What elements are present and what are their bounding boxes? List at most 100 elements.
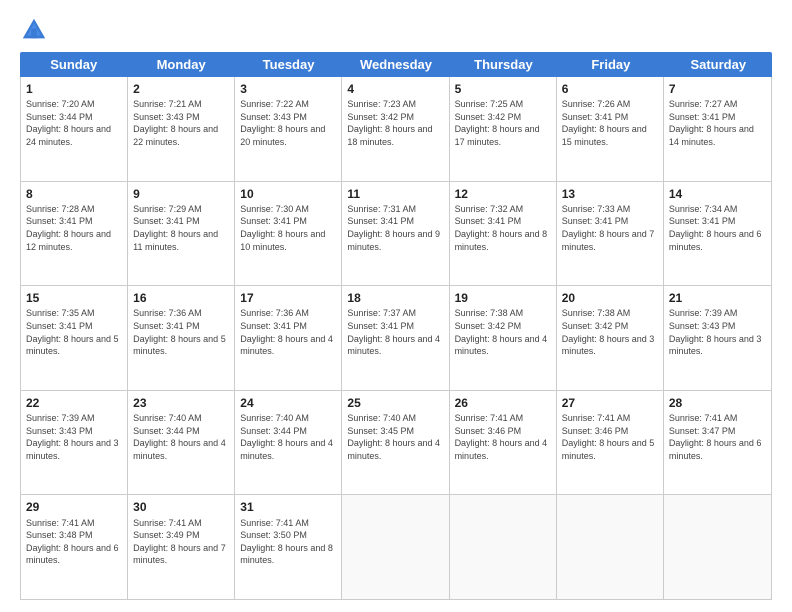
day-cell-13: 13Sunrise: 7:33 AM Sunset: 3:41 PM Dayli… <box>557 182 664 286</box>
calendar-row-5: 29Sunrise: 7:41 AM Sunset: 3:48 PM Dayli… <box>21 495 771 599</box>
day-number: 24 <box>240 395 336 411</box>
day-number: 7 <box>669 81 766 97</box>
day-info: Sunrise: 7:29 AM Sunset: 3:41 PM Dayligh… <box>133 203 229 253</box>
day-number: 5 <box>455 81 551 97</box>
day-number: 16 <box>133 290 229 306</box>
day-info: Sunrise: 7:38 AM Sunset: 3:42 PM Dayligh… <box>455 307 551 357</box>
day-cell-2: 2Sunrise: 7:21 AM Sunset: 3:43 PM Daylig… <box>128 77 235 181</box>
day-cell-27: 27Sunrise: 7:41 AM Sunset: 3:46 PM Dayli… <box>557 391 664 495</box>
day-cell-1: 1Sunrise: 7:20 AM Sunset: 3:44 PM Daylig… <box>21 77 128 181</box>
day-info: Sunrise: 7:38 AM Sunset: 3:42 PM Dayligh… <box>562 307 658 357</box>
day-number: 17 <box>240 290 336 306</box>
day-info: Sunrise: 7:28 AM Sunset: 3:41 PM Dayligh… <box>26 203 122 253</box>
day-number: 15 <box>26 290 122 306</box>
day-cell-7: 7Sunrise: 7:27 AM Sunset: 3:41 PM Daylig… <box>664 77 771 181</box>
day-cell-26: 26Sunrise: 7:41 AM Sunset: 3:46 PM Dayli… <box>450 391 557 495</box>
day-info: Sunrise: 7:41 AM Sunset: 3:46 PM Dayligh… <box>455 412 551 462</box>
day-cell-25: 25Sunrise: 7:40 AM Sunset: 3:45 PM Dayli… <box>342 391 449 495</box>
day-info: Sunrise: 7:36 AM Sunset: 3:41 PM Dayligh… <box>240 307 336 357</box>
header-day-wednesday: Wednesday <box>342 52 449 77</box>
day-number: 27 <box>562 395 658 411</box>
day-info: Sunrise: 7:30 AM Sunset: 3:41 PM Dayligh… <box>240 203 336 253</box>
day-info: Sunrise: 7:40 AM Sunset: 3:44 PM Dayligh… <box>133 412 229 462</box>
day-number: 11 <box>347 186 443 202</box>
day-cell-20: 20Sunrise: 7:38 AM Sunset: 3:42 PM Dayli… <box>557 286 664 390</box>
day-cell-14: 14Sunrise: 7:34 AM Sunset: 3:41 PM Dayli… <box>664 182 771 286</box>
day-number: 19 <box>455 290 551 306</box>
day-cell-16: 16Sunrise: 7:36 AM Sunset: 3:41 PM Dayli… <box>128 286 235 390</box>
day-number: 23 <box>133 395 229 411</box>
day-info: Sunrise: 7:20 AM Sunset: 3:44 PM Dayligh… <box>26 98 122 148</box>
day-info: Sunrise: 7:40 AM Sunset: 3:44 PM Dayligh… <box>240 412 336 462</box>
empty-cell <box>557 495 664 599</box>
day-info: Sunrise: 7:34 AM Sunset: 3:41 PM Dayligh… <box>669 203 766 253</box>
header-day-saturday: Saturday <box>665 52 772 77</box>
day-cell-28: 28Sunrise: 7:41 AM Sunset: 3:47 PM Dayli… <box>664 391 771 495</box>
day-info: Sunrise: 7:39 AM Sunset: 3:43 PM Dayligh… <box>26 412 122 462</box>
day-number: 21 <box>669 290 766 306</box>
day-number: 29 <box>26 499 122 515</box>
day-number: 4 <box>347 81 443 97</box>
day-number: 10 <box>240 186 336 202</box>
day-info: Sunrise: 7:33 AM Sunset: 3:41 PM Dayligh… <box>562 203 658 253</box>
day-cell-15: 15Sunrise: 7:35 AM Sunset: 3:41 PM Dayli… <box>21 286 128 390</box>
day-cell-23: 23Sunrise: 7:40 AM Sunset: 3:44 PM Dayli… <box>128 391 235 495</box>
calendar-row-2: 8Sunrise: 7:28 AM Sunset: 3:41 PM Daylig… <box>21 182 771 287</box>
empty-cell <box>342 495 449 599</box>
empty-cell <box>450 495 557 599</box>
header-day-friday: Friday <box>557 52 664 77</box>
day-cell-5: 5Sunrise: 7:25 AM Sunset: 3:42 PM Daylig… <box>450 77 557 181</box>
day-info: Sunrise: 7:41 AM Sunset: 3:49 PM Dayligh… <box>133 517 229 567</box>
day-number: 18 <box>347 290 443 306</box>
day-info: Sunrise: 7:37 AM Sunset: 3:41 PM Dayligh… <box>347 307 443 357</box>
day-cell-21: 21Sunrise: 7:39 AM Sunset: 3:43 PM Dayli… <box>664 286 771 390</box>
day-number: 31 <box>240 499 336 515</box>
day-info: Sunrise: 7:41 AM Sunset: 3:46 PM Dayligh… <box>562 412 658 462</box>
day-cell-3: 3Sunrise: 7:22 AM Sunset: 3:43 PM Daylig… <box>235 77 342 181</box>
day-cell-6: 6Sunrise: 7:26 AM Sunset: 3:41 PM Daylig… <box>557 77 664 181</box>
day-number: 1 <box>26 81 122 97</box>
header-day-monday: Monday <box>127 52 234 77</box>
header-day-thursday: Thursday <box>450 52 557 77</box>
day-cell-9: 9Sunrise: 7:29 AM Sunset: 3:41 PM Daylig… <box>128 182 235 286</box>
day-number: 8 <box>26 186 122 202</box>
day-info: Sunrise: 7:40 AM Sunset: 3:45 PM Dayligh… <box>347 412 443 462</box>
day-cell-18: 18Sunrise: 7:37 AM Sunset: 3:41 PM Dayli… <box>342 286 449 390</box>
header-day-tuesday: Tuesday <box>235 52 342 77</box>
day-info: Sunrise: 7:27 AM Sunset: 3:41 PM Dayligh… <box>669 98 766 148</box>
calendar-row-1: 1Sunrise: 7:20 AM Sunset: 3:44 PM Daylig… <box>21 77 771 182</box>
calendar-header: SundayMondayTuesdayWednesdayThursdayFrid… <box>20 52 772 77</box>
day-cell-8: 8Sunrise: 7:28 AM Sunset: 3:41 PM Daylig… <box>21 182 128 286</box>
day-cell-24: 24Sunrise: 7:40 AM Sunset: 3:44 PM Dayli… <box>235 391 342 495</box>
logo-icon <box>20 16 48 44</box>
calendar-row-3: 15Sunrise: 7:35 AM Sunset: 3:41 PM Dayli… <box>21 286 771 391</box>
day-cell-10: 10Sunrise: 7:30 AM Sunset: 3:41 PM Dayli… <box>235 182 342 286</box>
empty-cell <box>664 495 771 599</box>
day-info: Sunrise: 7:31 AM Sunset: 3:41 PM Dayligh… <box>347 203 443 253</box>
day-number: 9 <box>133 186 229 202</box>
day-cell-4: 4Sunrise: 7:23 AM Sunset: 3:42 PM Daylig… <box>342 77 449 181</box>
calendar-row-4: 22Sunrise: 7:39 AM Sunset: 3:43 PM Dayli… <box>21 391 771 496</box>
day-number: 25 <box>347 395 443 411</box>
day-number: 3 <box>240 81 336 97</box>
calendar-body: 1Sunrise: 7:20 AM Sunset: 3:44 PM Daylig… <box>20 77 772 600</box>
day-info: Sunrise: 7:26 AM Sunset: 3:41 PM Dayligh… <box>562 98 658 148</box>
day-info: Sunrise: 7:41 AM Sunset: 3:50 PM Dayligh… <box>240 517 336 567</box>
calendar: SundayMondayTuesdayWednesdayThursdayFrid… <box>20 52 772 600</box>
day-cell-19: 19Sunrise: 7:38 AM Sunset: 3:42 PM Dayli… <box>450 286 557 390</box>
day-cell-29: 29Sunrise: 7:41 AM Sunset: 3:48 PM Dayli… <box>21 495 128 599</box>
day-number: 2 <box>133 81 229 97</box>
day-cell-12: 12Sunrise: 7:32 AM Sunset: 3:41 PM Dayli… <box>450 182 557 286</box>
day-info: Sunrise: 7:41 AM Sunset: 3:47 PM Dayligh… <box>669 412 766 462</box>
day-number: 13 <box>562 186 658 202</box>
day-info: Sunrise: 7:21 AM Sunset: 3:43 PM Dayligh… <box>133 98 229 148</box>
day-info: Sunrise: 7:22 AM Sunset: 3:43 PM Dayligh… <box>240 98 336 148</box>
day-number: 30 <box>133 499 229 515</box>
day-number: 22 <box>26 395 122 411</box>
day-number: 26 <box>455 395 551 411</box>
day-number: 20 <box>562 290 658 306</box>
day-cell-11: 11Sunrise: 7:31 AM Sunset: 3:41 PM Dayli… <box>342 182 449 286</box>
day-cell-31: 31 Sunrise: 7:41 AM Sunset: 3:50 PM Dayli… <box>235 495 342 599</box>
day-info: Sunrise: 7:32 AM Sunset: 3:41 PM Dayligh… <box>455 203 551 253</box>
day-info: Sunrise: 7:23 AM Sunset: 3:42 PM Dayligh… <box>347 98 443 148</box>
